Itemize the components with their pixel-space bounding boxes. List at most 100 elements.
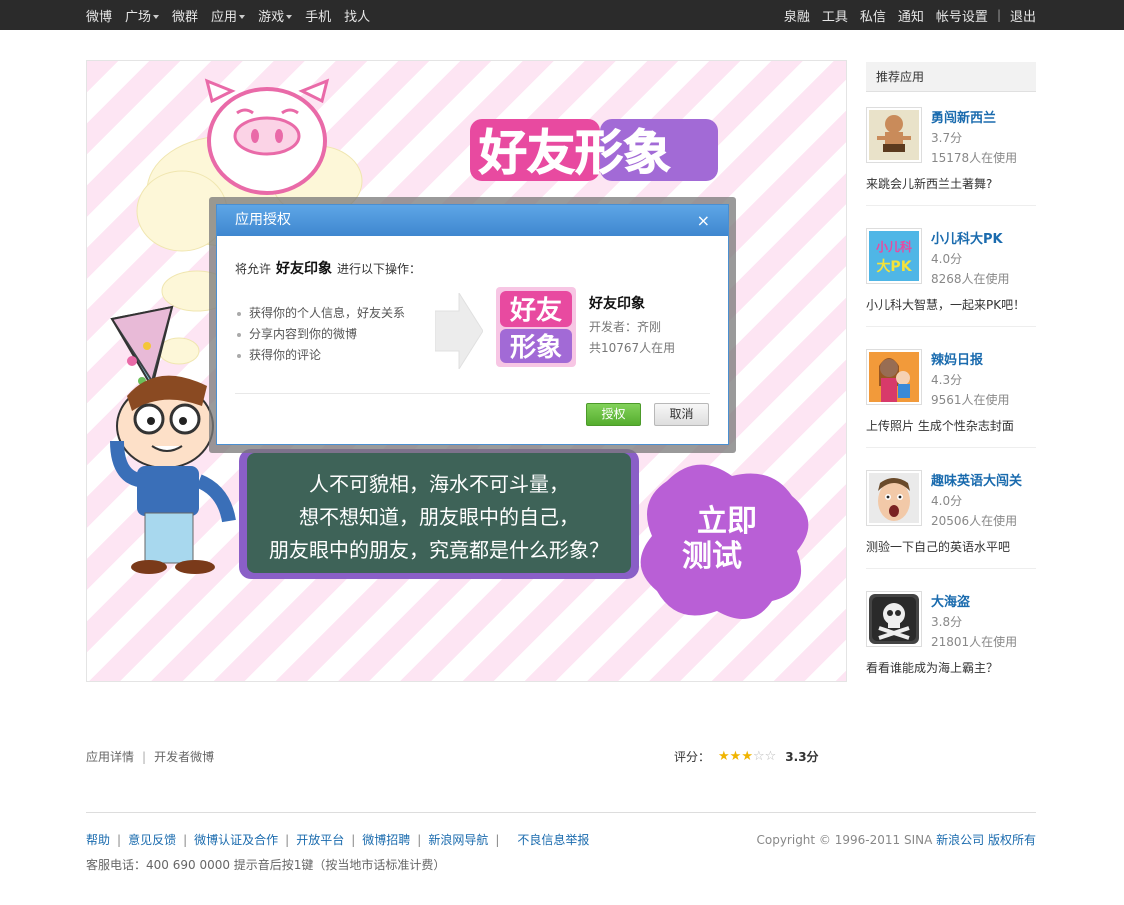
tribal-dancer-icon xyxy=(869,110,919,160)
footer-link-feedback[interactable]: 意见反馈 xyxy=(128,833,176,847)
app-user-count: 20506人在使用 xyxy=(931,514,1018,528)
arrow-right-icon xyxy=(435,293,483,369)
nav-logout[interactable]: 退出 xyxy=(1010,6,1036,25)
logo-text: 好友形象 xyxy=(478,125,671,181)
allow-suffix: 进行以下操作： xyxy=(337,262,422,276)
nav-username[interactable]: 泉融 xyxy=(784,6,810,25)
divider: | xyxy=(351,833,356,847)
pig-icon xyxy=(204,78,330,195)
app-icon-image: 好友 形象 xyxy=(496,287,576,367)
app-description: 测验一下自己的英语水平吧 xyxy=(866,540,1011,554)
skull-crossbones-icon xyxy=(869,594,919,644)
app-description: 看看谁能成为海上霸主？ xyxy=(866,661,999,675)
app-name[interactable]: 趣味英语大闯关 xyxy=(931,470,1022,489)
nav-apps[interactable]: 应用 xyxy=(211,6,246,25)
app-name[interactable]: 大海盗 xyxy=(931,591,970,610)
footer-divider xyxy=(86,812,1036,813)
app-thumb[interactable] xyxy=(866,107,922,163)
test-now-splash: 立即 测试 xyxy=(640,464,809,619)
splash-line-2: 测试 xyxy=(682,539,742,574)
nav-games[interactable]: 游戏 xyxy=(258,6,293,25)
surprised-face-icon xyxy=(869,473,919,523)
nav-groups[interactable]: 微群 xyxy=(172,6,198,25)
divider xyxy=(866,447,1036,448)
rights-link[interactable]: 版权所有 xyxy=(988,833,1036,847)
divider xyxy=(866,568,1036,569)
rating-label: 评分： xyxy=(674,750,711,764)
app-name[interactable]: 小儿科大PK xyxy=(931,228,1003,247)
app-name: 好友印象 xyxy=(589,296,645,312)
app-icon-text-1: 好友 xyxy=(509,296,562,326)
close-icon[interactable]: × xyxy=(697,205,710,236)
icon-text-2: 大PK xyxy=(876,258,912,275)
company-link[interactable]: 新浪公司 xyxy=(936,833,984,847)
nav-square[interactable]: 广场 xyxy=(125,6,160,25)
cancel-button[interactable]: 取消 xyxy=(654,403,709,426)
nav-tools[interactable]: 工具 xyxy=(822,6,848,25)
mom-baby-icon xyxy=(869,352,919,402)
nav-apps-label: 应用 xyxy=(211,9,238,25)
star-filled-icon: ★ xyxy=(741,749,753,764)
nav-weibo[interactable]: 微博 xyxy=(86,6,112,25)
footer-link-sina-nav[interactable]: 新浪网导航 xyxy=(428,833,488,847)
board-line-2: 想不想知道，朋友眼中的自己， xyxy=(299,505,579,529)
divider: | xyxy=(183,833,188,847)
splash-line-1: 立即 xyxy=(697,504,757,539)
icon-text-1: 小儿科 xyxy=(876,239,912,254)
divider: | xyxy=(417,833,422,847)
app-thumb[interactable] xyxy=(866,470,922,526)
app-score: 4.3分 xyxy=(931,373,963,387)
customer-service-phone: 客服电话：400 690 0000 提示音后按1键（按当地市话标准计费） xyxy=(86,858,446,872)
copyright: Copyright © 1996-2011 SINA 新浪公司 版权所有 xyxy=(756,831,1036,848)
board-line-3: 朋友眼中的朋友，究竟都是什么形象？ xyxy=(269,538,609,562)
star-filled-icon: ★ xyxy=(718,749,730,764)
app-rating: 评分： ★ ★ ★ ☆ ☆ 3.3分 xyxy=(674,748,819,765)
app-thumb[interactable] xyxy=(866,349,922,405)
divider xyxy=(866,205,1036,206)
chalkboard: 人不可貌相，海水不可斗量， 想不想知道，朋友眼中的自己， 朋友眼中的朋友，究竟都… xyxy=(239,449,639,579)
app-details-link[interactable]: 应用详情 xyxy=(86,750,134,764)
app-thumb[interactable]: 小儿科 大PK xyxy=(866,228,922,284)
footer-link-report[interactable]: 不良信息举报 xyxy=(517,833,589,847)
permission-list: 获得你的个人信息，好友关系 分享内容到你的微博 获得你的评论 xyxy=(235,303,405,366)
nav-divider: | xyxy=(996,8,1001,22)
dialog-title-bar: 应用授权 × xyxy=(217,205,728,236)
nav-messages[interactable]: 私信 xyxy=(860,6,886,25)
nav-square-label: 广场 xyxy=(125,9,152,25)
app-name[interactable]: 辣妈日报 xyxy=(931,349,983,368)
nav-account-settings[interactable]: 帐号设置 xyxy=(936,6,988,25)
nav-games-label: 游戏 xyxy=(258,9,285,25)
board-line-1: 人不可貌相，海水不可斗量， xyxy=(309,472,569,496)
footer-link-help[interactable]: 帮助 xyxy=(86,833,110,847)
allow-app-name: 好友印象 xyxy=(276,261,333,277)
authorize-button[interactable]: 授权 xyxy=(586,403,641,426)
nav-mobile[interactable]: 手机 xyxy=(305,6,331,25)
permission-item: 获得你的个人信息，好友关系 xyxy=(235,303,405,324)
chevron-down-icon xyxy=(239,15,246,19)
divider: | xyxy=(142,750,147,764)
divider: | xyxy=(117,833,122,847)
footer-link-open-platform[interactable]: 开放平台 xyxy=(296,833,344,847)
rating-value: 3.3分 xyxy=(785,750,819,764)
app-score: 4.0分 xyxy=(931,494,963,508)
developer-weibo-link[interactable]: 开发者微博 xyxy=(154,750,214,764)
top-nav-right: 泉融 工具 私信 通知 帐号设置 | 退出 xyxy=(772,0,1036,30)
app-developer: 开发者：齐刚 xyxy=(589,320,662,334)
app-user-count: 15178人在使用 xyxy=(931,151,1018,165)
app-score: 3.7分 xyxy=(931,131,963,145)
app-thumb[interactable] xyxy=(866,591,922,647)
app-user-count: 8268人在使用 xyxy=(931,272,1010,286)
divider xyxy=(866,326,1036,327)
footer-link-jobs[interactable]: 微博招聘 xyxy=(362,833,410,847)
rating-stars: ★ ★ ★ ☆ ☆ xyxy=(718,750,776,763)
nav-notifications[interactable]: 通知 xyxy=(898,6,924,25)
top-nav-left: 微博 广场 微群 应用 游戏 手机 找人 xyxy=(86,0,370,30)
divider: | xyxy=(495,833,500,847)
nav-find-people[interactable]: 找人 xyxy=(344,6,370,25)
star-filled-icon: ★ xyxy=(729,749,742,764)
recommended-apps-title: 推荐应用 xyxy=(866,62,1036,92)
app-name[interactable]: 勇闯新西兰 xyxy=(931,107,996,126)
app-icon-text-2: 形象 xyxy=(510,332,562,363)
footer-link-verify[interactable]: 微博认证及合作 xyxy=(194,833,278,847)
app-score: 4.0分 xyxy=(931,252,963,266)
